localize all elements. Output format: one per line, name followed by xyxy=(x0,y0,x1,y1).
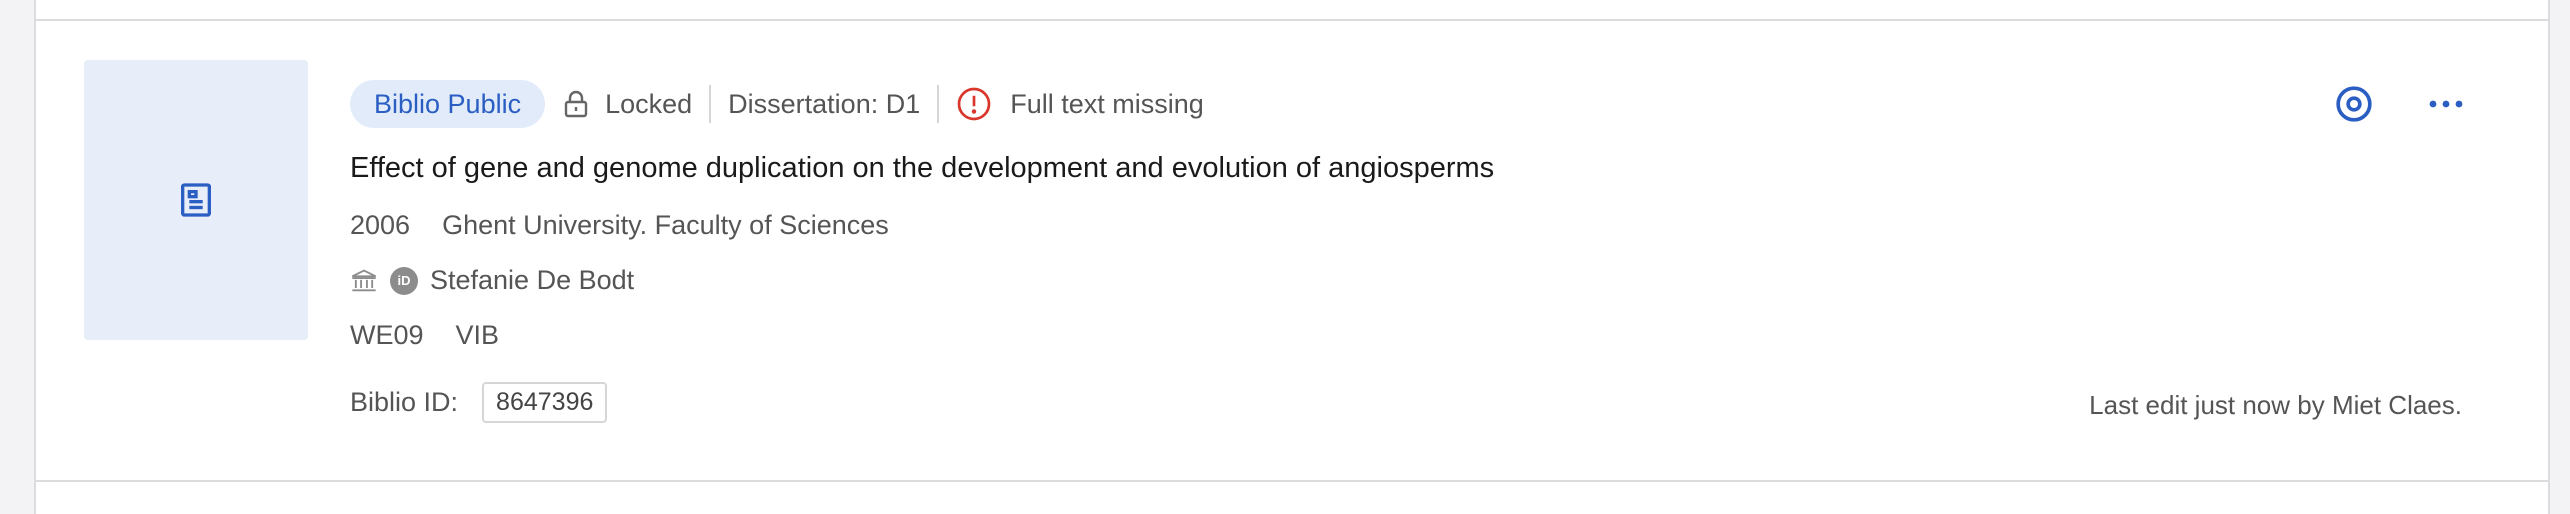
lock-icon xyxy=(564,90,588,118)
full-text-warning: Full text missing xyxy=(956,86,1204,122)
more-actions-button[interactable] xyxy=(2424,82,2468,126)
alert-circle-icon xyxy=(957,87,991,121)
publisher: Ghent University. Faculty of Sciences xyxy=(442,210,889,240)
record-type: Dissertation: D1 xyxy=(728,88,921,119)
more-horizontal-icon xyxy=(2429,100,2463,108)
record-panel: Biblio Public Locked Dissertation: D1 Fu… xyxy=(34,0,2550,514)
orcid-icon: iD xyxy=(390,266,418,295)
department-tag: WE09 xyxy=(350,320,424,350)
department-tag: VIB xyxy=(455,320,500,350)
status-badge: Biblio Public xyxy=(350,80,546,128)
biblio-id-label: Biblio ID: xyxy=(350,387,459,417)
meta-divider xyxy=(937,85,940,123)
row-divider-bottom xyxy=(36,480,2548,482)
institution-icon xyxy=(351,268,377,291)
author-line: iD Stefanie De Bodt xyxy=(350,265,634,296)
warning-label: Full text missing xyxy=(1010,88,1204,119)
eye-icon xyxy=(2336,86,2372,122)
biblio-id-value[interactable]: 8647396 xyxy=(482,382,608,423)
departments: WE09 VIB xyxy=(350,320,499,351)
publication-year: 2006 xyxy=(350,210,411,240)
record-actions xyxy=(2332,82,2468,126)
record-meta-line: Biblio Public Locked Dissertation: D1 Fu… xyxy=(350,79,1204,129)
row-divider-top xyxy=(36,19,2548,21)
last-edit-info: Last edit just now by Miet Claes. xyxy=(2089,390,2462,420)
lock-label: Locked xyxy=(605,88,693,119)
biblio-id-row: Biblio ID: 8647396 xyxy=(350,382,608,423)
document-icon xyxy=(181,183,211,217)
record-thumbnail[interactable] xyxy=(84,60,308,340)
author-name[interactable]: Stefanie De Bodt xyxy=(430,265,634,296)
view-button[interactable] xyxy=(2332,82,2376,126)
lock-status: Locked xyxy=(563,89,692,120)
publication-info: 2006 Ghent University. Faculty of Scienc… xyxy=(350,210,889,241)
record-title-link[interactable]: Effect of gene and genome duplication on… xyxy=(350,152,1494,185)
meta-divider xyxy=(709,85,712,123)
